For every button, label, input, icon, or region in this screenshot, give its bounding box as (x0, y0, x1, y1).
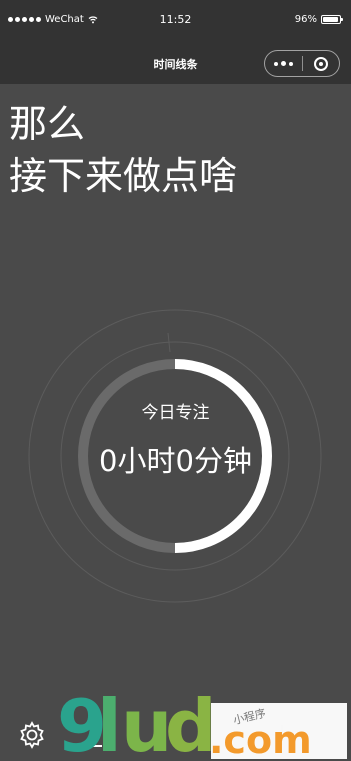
svg-text:l: l (97, 693, 122, 759)
gear-icon[interactable] (17, 720, 47, 750)
watermark: 9 l u d .com 小程序 (57, 693, 347, 759)
svg-text:.com: .com (209, 718, 312, 759)
watermark-logo: 9 l u d .com (57, 693, 312, 759)
focus-time-value: 0小时0分钟 (99, 444, 252, 478)
focus-ring-graphic (28, 309, 322, 603)
focus-label: 今日专注 (141, 403, 210, 423)
